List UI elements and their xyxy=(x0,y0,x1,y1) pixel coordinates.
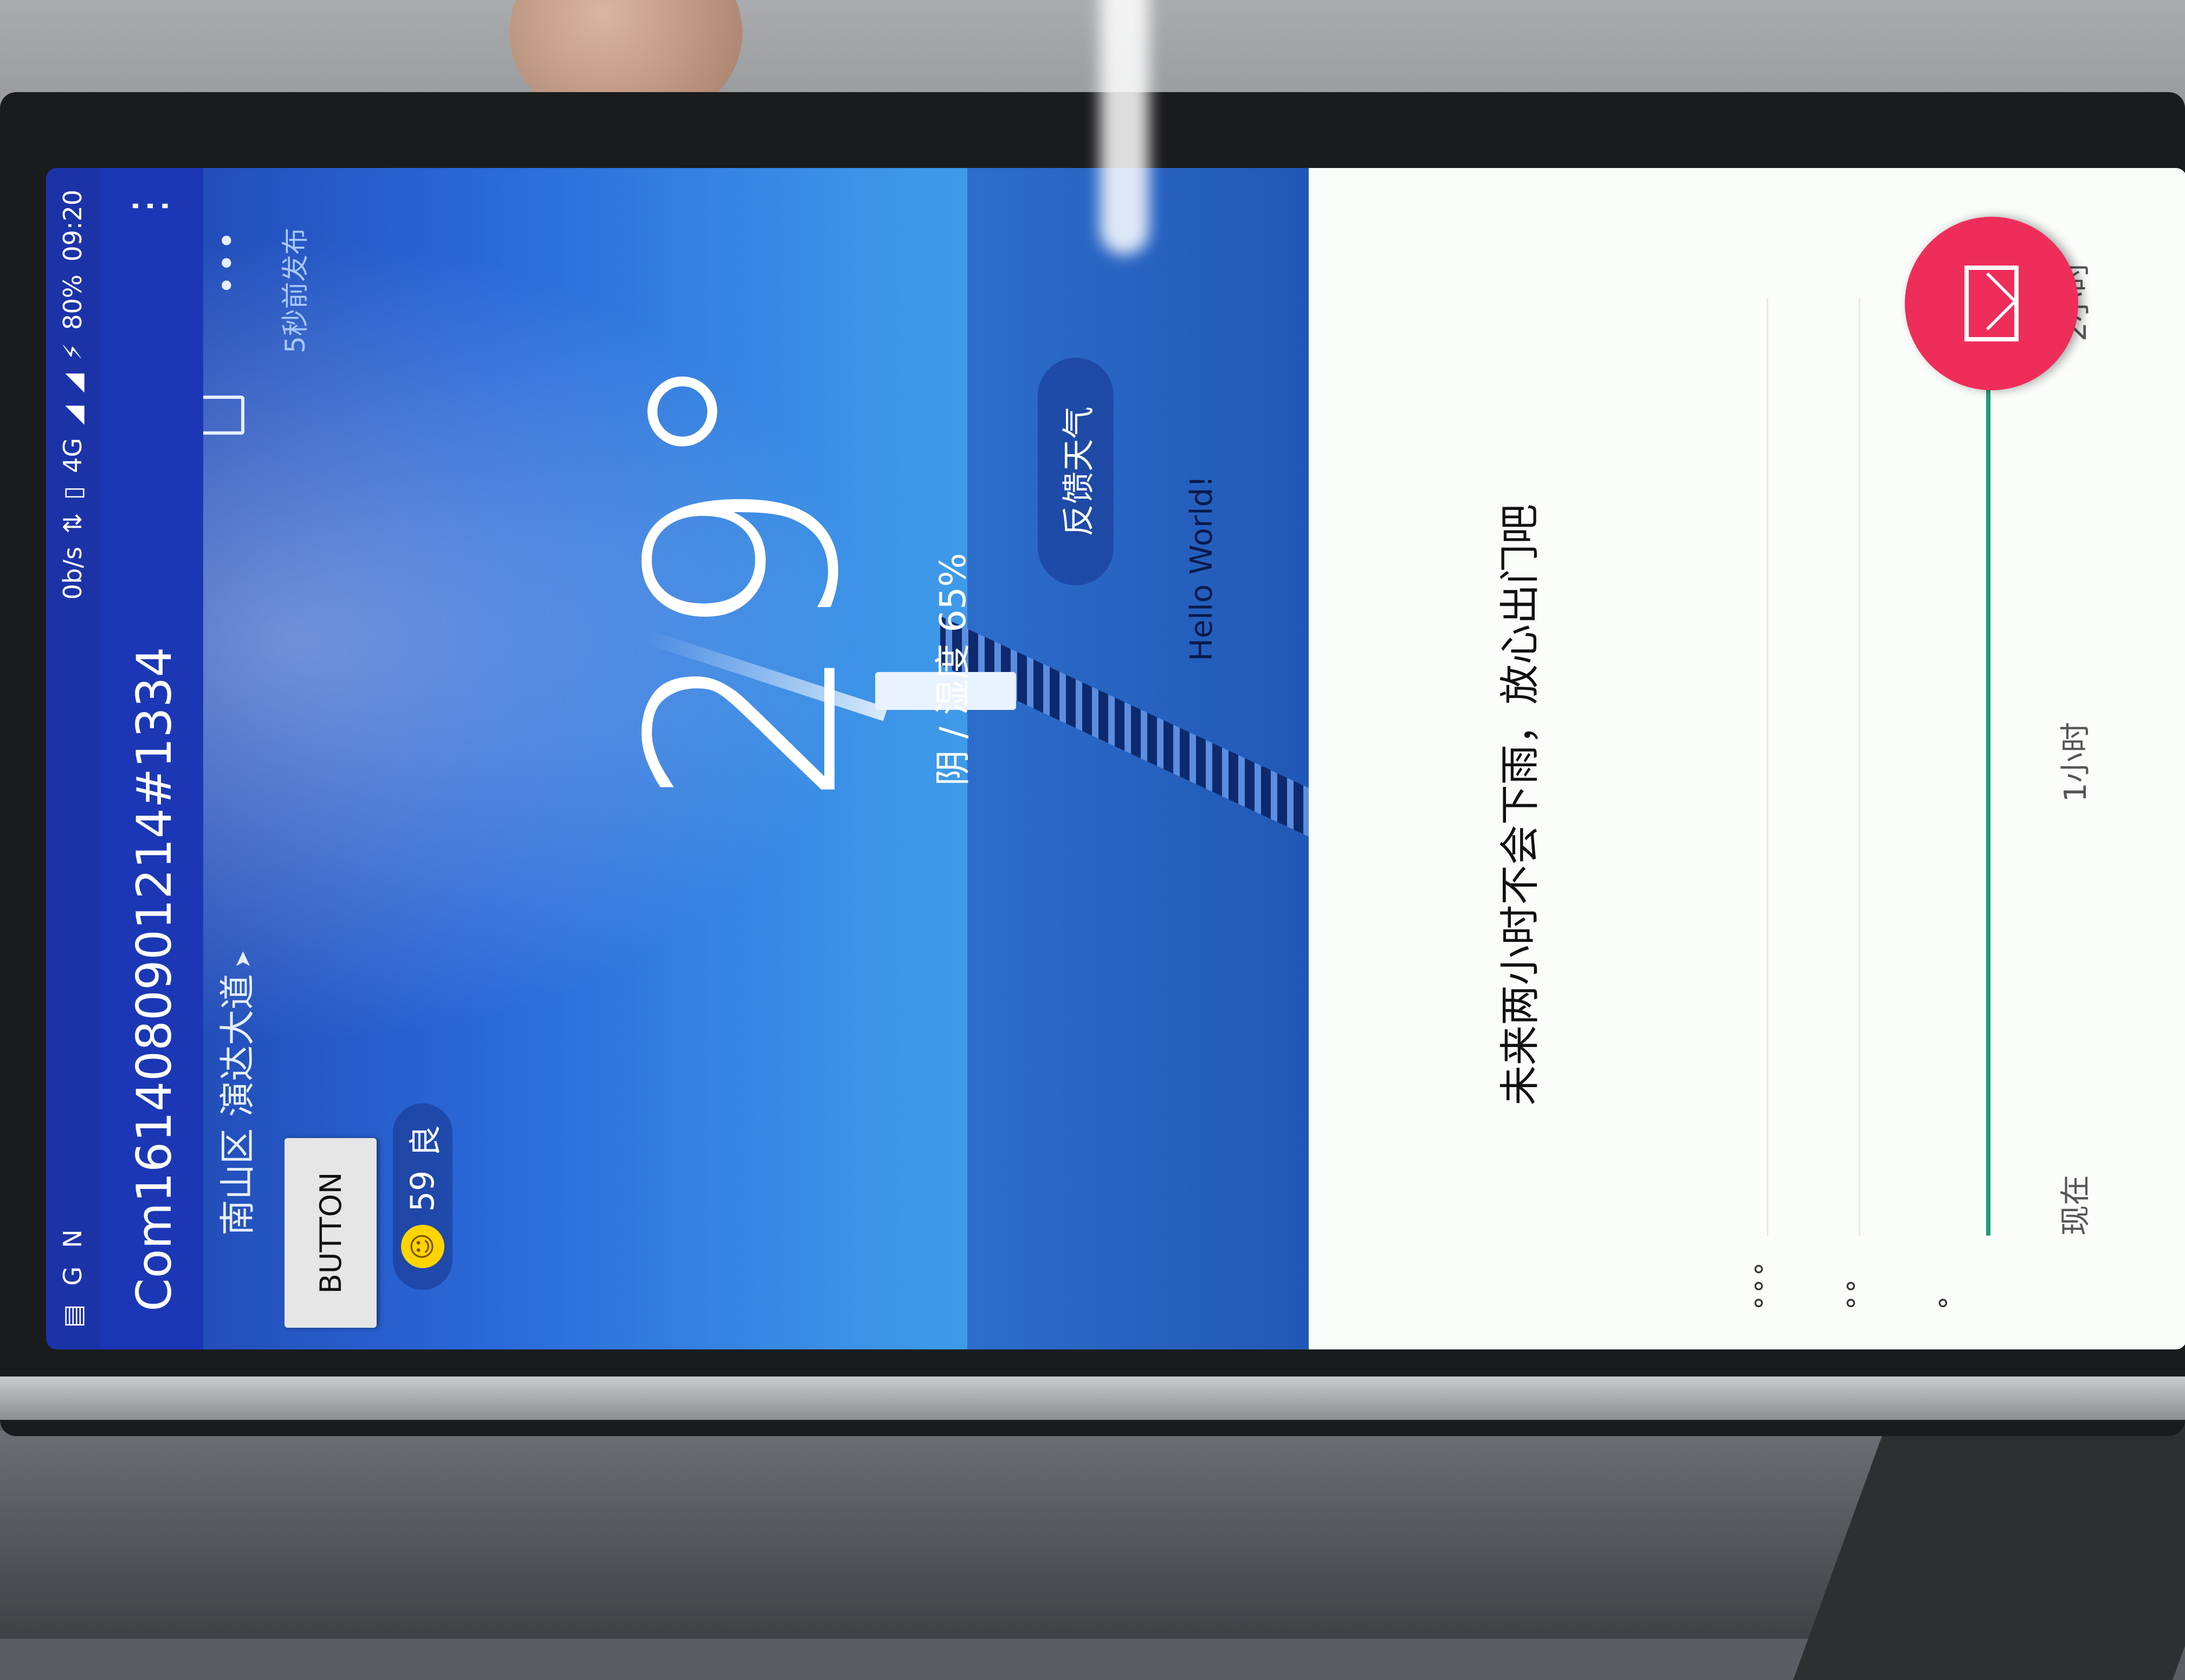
condition-separator: / xyxy=(932,726,974,739)
more-vert-icon[interactable]: ⋮ xyxy=(124,190,174,228)
temperature: 29° xyxy=(593,346,896,807)
heavy-rain-icon: ∘∘∘ xyxy=(1742,1261,1774,1311)
google-icon: G xyxy=(58,1266,87,1286)
phone-rim xyxy=(0,1377,2185,1420)
light-rain-icon: ∘ xyxy=(1927,1294,1958,1311)
clock: 09:20 xyxy=(58,190,87,262)
share-icon[interactable] xyxy=(203,396,244,435)
app-title: Com161408090121​4#1334 xyxy=(126,647,182,1311)
mail-icon xyxy=(1964,266,2019,341)
nfc-icon: N xyxy=(58,1229,87,1248)
mail-fab-button[interactable] xyxy=(1905,217,2078,390)
more-horiz-icon[interactable]: ••• xyxy=(209,228,247,295)
grid-line xyxy=(1859,298,1860,1236)
x-label-1h: 1小时 xyxy=(2058,722,2093,802)
moderate-rain-icon: ∘∘ xyxy=(1834,1277,1866,1311)
vibrate-icon: ▯ xyxy=(58,486,87,500)
signal-icon: ◢ xyxy=(58,405,87,425)
battery-level: 80% xyxy=(58,274,87,330)
signal-icon-2: ◢ xyxy=(58,373,87,393)
feedback-weather-button[interactable]: 反馈天气 xyxy=(1038,358,1114,585)
status-bar: ▤ G N 0b/s ⇅ ▯ 4G ◢ ◢ ⚡ 80% 09:20 xyxy=(46,168,100,1349)
smiley-icon: ☺ xyxy=(401,1225,444,1268)
condition-row: 阴 / 湿度 65% xyxy=(924,553,976,786)
precipitation-line xyxy=(1986,298,1990,1236)
phone-screen: ▤ G N 0b/s ⇅ ▯ 4G ◢ ◢ ⚡ 80% 09:20 Com161… xyxy=(46,168,2185,1349)
screen-glare xyxy=(1100,0,1149,255)
network-type: 4G xyxy=(58,437,87,473)
app-bar: Com161408090121​4#1334 ⋮ xyxy=(100,168,203,1349)
status-right: 0b/s ⇅ ▯ 4G ◢ ◢ ⚡ 80% 09:20 xyxy=(58,190,87,600)
publish-time: 5秒前发布 xyxy=(280,228,311,353)
aqi-badge[interactable]: ☺ 59 良 xyxy=(393,1103,452,1290)
button[interactable]: BUTTON xyxy=(285,1138,377,1328)
charging-icon: ⚡ xyxy=(58,343,87,361)
location-arrow-icon: ➤ xyxy=(230,950,255,969)
location-label[interactable]: 南山区 演达大道 ➤ xyxy=(209,951,261,1236)
humidity: 湿度 65% xyxy=(932,553,974,715)
sea-background xyxy=(967,168,1309,1349)
hello-text: Hello World! xyxy=(1184,475,1219,661)
condition: 阴 xyxy=(932,750,974,786)
x-label-now: 现在 xyxy=(2058,1175,2093,1236)
net-speed: 0b/s xyxy=(58,546,87,600)
location-name: 南山区 演达大道 xyxy=(217,974,258,1236)
data-arrows-icon: ⇅ xyxy=(58,513,87,534)
grid-line xyxy=(1767,298,1768,1236)
status-left: ▤ G N xyxy=(58,1229,87,1328)
notification-icon: ▤ xyxy=(58,1304,87,1328)
forecast-text: 未来两小时不会下雨，放心出门吧 xyxy=(1497,504,1543,1106)
aqi-level: 良 xyxy=(406,1125,445,1158)
aqi-value: 59 xyxy=(404,1170,442,1212)
